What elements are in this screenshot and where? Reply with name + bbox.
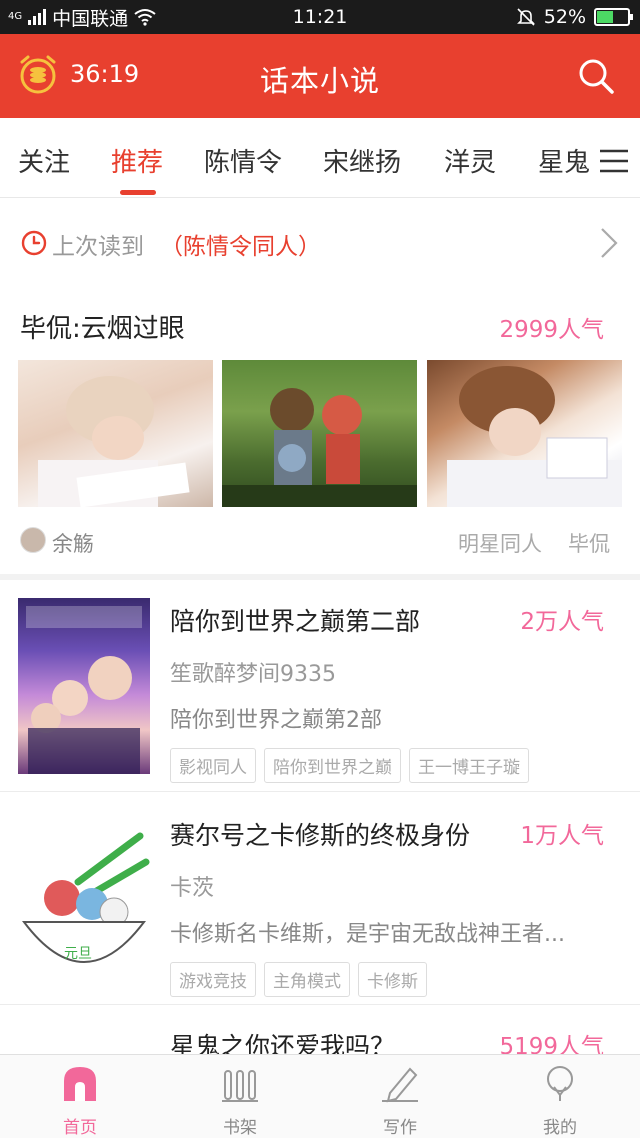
featured-post[interactable]: 毕侃:云烟过眼 2999人气 余觞 明星同人 毕侃 xyxy=(0,290,640,572)
battery-percent: 52% xyxy=(543,6,586,28)
last-read-bar[interactable]: 上次读到 （陈情令同人） xyxy=(0,199,640,285)
featured-image-1-art xyxy=(38,376,190,507)
featured-image-2-art xyxy=(222,388,417,507)
status-right: 52% xyxy=(516,0,633,34)
pen-icon xyxy=(382,1067,418,1103)
book-description: 卡修斯名卡维斯，是宇宙无敌战神王者... xyxy=(170,922,565,947)
row-divider xyxy=(0,791,640,792)
featured-popularity: 2999人气 xyxy=(499,317,604,343)
clock-icon xyxy=(21,230,47,256)
book-tag[interactable]: 影视同人 xyxy=(170,748,256,783)
book-author: 卡茨 xyxy=(170,876,215,901)
battery-icon xyxy=(594,8,633,26)
book-tag[interactable]: 卡修斯 xyxy=(358,962,427,997)
chevron-right-icon xyxy=(601,228,618,258)
featured-image-2[interactable] xyxy=(222,360,417,507)
book-author: 笙歌醉梦间9335 xyxy=(170,662,336,687)
book-popularity: 2万人气 xyxy=(520,609,604,635)
bottom-navigation: 首页 书架 写作 我的 xyxy=(0,1054,640,1138)
app-header: 36:19 话本小说 xyxy=(0,34,640,118)
book-tag[interactable]: 陪你到世界之巅 xyxy=(264,748,401,783)
book-title: 赛尔号之卡修斯的终极身份 xyxy=(170,821,471,850)
nav-bookshelf-label: 书架 xyxy=(223,1118,257,1138)
book-popularity: 1万人气 xyxy=(520,823,604,849)
featured-tag-2[interactable]: 毕侃 xyxy=(568,528,610,558)
nav-home-label: 首页 xyxy=(63,1118,97,1138)
book-item[interactable]: 星鬼之你还爱我吗？ 5199人气 xyxy=(0,1007,640,1054)
book-item[interactable]: 陪你到世界之巅第二部 2万人气 笙歌醉梦间9335 陪你到世界之巅第2部 影视同… xyxy=(0,580,640,792)
svg-text:元旦: 元旦 xyxy=(64,946,92,962)
book-title: 陪你到世界之巅第二部 xyxy=(170,607,421,636)
nav-write[interactable]: 写作 xyxy=(340,1063,460,1138)
featured-image-3[interactable] xyxy=(427,360,622,507)
book-title: 星鬼之你还爱我吗？ xyxy=(170,1032,396,1054)
featured-image-3-art xyxy=(447,366,622,507)
nav-profile[interactable]: 我的 xyxy=(500,1063,620,1138)
book-tags: 影视同人 陪你到世界之巅 王一博王子璇 xyxy=(170,748,529,783)
home-icon xyxy=(64,1067,96,1101)
status-bar: 4G 中国联通 11:21 52% xyxy=(0,0,640,34)
last-read-label: 上次读到 xyxy=(52,234,144,260)
tab-follow[interactable]: 关注 xyxy=(18,142,70,179)
active-tab-indicator xyxy=(120,190,156,195)
book-description: 陪你到世界之巅第2部 xyxy=(170,708,382,733)
book-tag[interactable]: 王一博王子璇 xyxy=(409,748,529,783)
bookshelf-icon xyxy=(222,1070,258,1102)
profile-icon xyxy=(547,1066,573,1101)
featured-tag-1[interactable]: 明星同人 xyxy=(458,528,542,558)
last-read-book: （陈情令同人） xyxy=(160,234,321,260)
book-popularity: 5199人气 xyxy=(499,1034,604,1054)
featured-image-1[interactable] xyxy=(18,360,213,507)
author-avatar[interactable] xyxy=(20,527,46,553)
nav-profile-label: 我的 xyxy=(543,1118,577,1138)
book-cover-art: 元旦 xyxy=(21,832,150,963)
nav-bookshelf[interactable]: 书架 xyxy=(180,1063,300,1138)
book-cover[interactable]: 元旦 xyxy=(18,812,150,988)
tab-songjiyang[interactable]: 宋继扬 xyxy=(323,142,401,179)
menu-icon[interactable] xyxy=(598,148,630,174)
book-cover[interactable] xyxy=(18,598,150,774)
category-tabs: 关注 推荐 陈情令 宋继扬 洋灵 星鬼 xyxy=(0,118,640,198)
search-icon[interactable] xyxy=(576,56,616,96)
tab-xinggui[interactable]: 星鬼 xyxy=(538,142,590,179)
book-tag[interactable]: 游戏竞技 xyxy=(170,962,256,997)
featured-title: 毕侃:云烟过眼 xyxy=(20,314,185,344)
app-title: 话本小说 xyxy=(259,64,380,98)
featured-author[interactable]: 余觞 xyxy=(52,528,94,558)
row-divider xyxy=(0,1004,640,1005)
tab-chenqingling[interactable]: 陈情令 xyxy=(204,142,282,179)
book-cover-art xyxy=(26,606,142,774)
tab-recommend[interactable]: 推荐 xyxy=(111,142,163,179)
mute-bell-icon xyxy=(516,8,535,26)
book-item[interactable]: 元旦 赛尔号之卡修斯的终极身份 1万人气 卡茨 卡修斯名卡维斯，是宇宙无敌战神王… xyxy=(0,794,640,1006)
tab-yangling[interactable]: 洋灵 xyxy=(444,142,496,179)
book-tags: 游戏竞技 主角模式 卡修斯 xyxy=(170,962,427,997)
nav-home[interactable]: 首页 xyxy=(20,1063,140,1138)
book-tag[interactable]: 主角模式 xyxy=(264,962,350,997)
nav-write-label: 写作 xyxy=(383,1118,417,1138)
battery-fill xyxy=(597,11,613,23)
